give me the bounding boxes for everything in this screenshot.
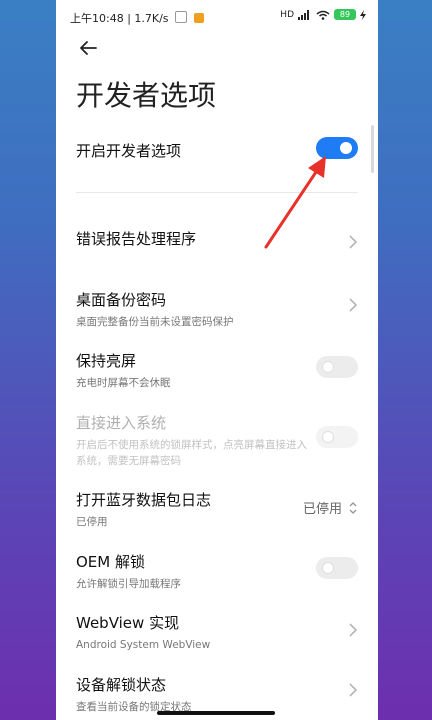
setting-desktop-backup-password[interactable]: 桌面备份密码 桌面完整备份当前未设置密码保护 (76, 289, 358, 330)
stay-awake-toggle[interactable] (316, 356, 358, 378)
chevron-right-icon (349, 623, 358, 637)
annotation-arrow-icon (264, 156, 326, 249)
setting-bluetooth-hci-log[interactable]: 打开蓝牙数据包日志 已停用 已停用 (76, 489, 358, 530)
scrollbar[interactable] (371, 125, 374, 173)
sim-icon (175, 11, 188, 23)
setting-label: WebView 实现 (76, 614, 180, 632)
setting-description: 桌面完整备份当前未设置密码保护 (76, 316, 234, 328)
setting-label: 设备解锁状态 (76, 676, 167, 694)
setting-direct-boot: 直接进入系统 开启后不使用系统的锁屏样式，点亮屏幕直接进入系统，需要无屏幕密码 (76, 412, 358, 469)
setting-device-unlock-status[interactable]: 设备解锁状态 查看当前设备的锁定状态 (76, 674, 358, 715)
back-arrow-icon[interactable] (76, 36, 100, 60)
oem-unlock-toggle[interactable] (316, 557, 358, 579)
bluetooth-log-select[interactable]: 已停用 (303, 498, 358, 517)
setting-webview-implementation[interactable]: WebView 实现 Android System WebView (76, 612, 358, 653)
charging-icon (360, 9, 366, 20)
status-right: HD 89 (280, 9, 366, 20)
phone-screen: 上午10:48 | 1.7K/s HD 89 开发者选项 开启开发者选项 错误报… (56, 0, 378, 720)
signal-label: HD (280, 9, 294, 20)
toggle-knob (322, 431, 334, 443)
toggle-knob (322, 361, 334, 373)
direct-boot-toggle (316, 426, 358, 448)
setting-stay-awake[interactable]: 保持亮屏 充电时屏幕不会休眠 (76, 350, 358, 391)
notification-icon (193, 13, 204, 23)
select-updown-icon (349, 501, 357, 514)
chevron-right-icon (349, 683, 358, 697)
setting-description: 开启后不使用系统的锁屏样式，点亮屏幕直接进入系统，需要无屏幕密码 (76, 439, 307, 467)
setting-description: 充电时屏幕不会休眠 (76, 377, 171, 389)
toggle-knob (322, 562, 334, 574)
setting-label: 直接进入系统 (76, 414, 167, 432)
setting-label: 桌面备份密码 (76, 291, 167, 309)
toggle-knob (340, 142, 352, 154)
wifi-icon (316, 10, 330, 20)
status-time: 上午10:48 | 1.7K/s (70, 10, 204, 26)
setting-description: 允许解锁引导加载程序 (76, 578, 181, 590)
signal-icon (298, 9, 309, 20)
status-bar: 上午10:48 | 1.7K/s HD 89 (56, 0, 378, 34)
select-value: 已停用 (302, 502, 342, 517)
setting-oem-unlock[interactable]: OEM 解锁 允许解锁引导加载程序 (76, 551, 358, 592)
battery-icon: 89 (334, 9, 356, 20)
setting-description: Android System WebView (76, 639, 211, 651)
chevron-right-icon (349, 298, 358, 312)
chevron-right-icon (349, 235, 358, 249)
home-indicator[interactable] (157, 711, 275, 715)
page-title: 开发者选项 (76, 79, 217, 112)
